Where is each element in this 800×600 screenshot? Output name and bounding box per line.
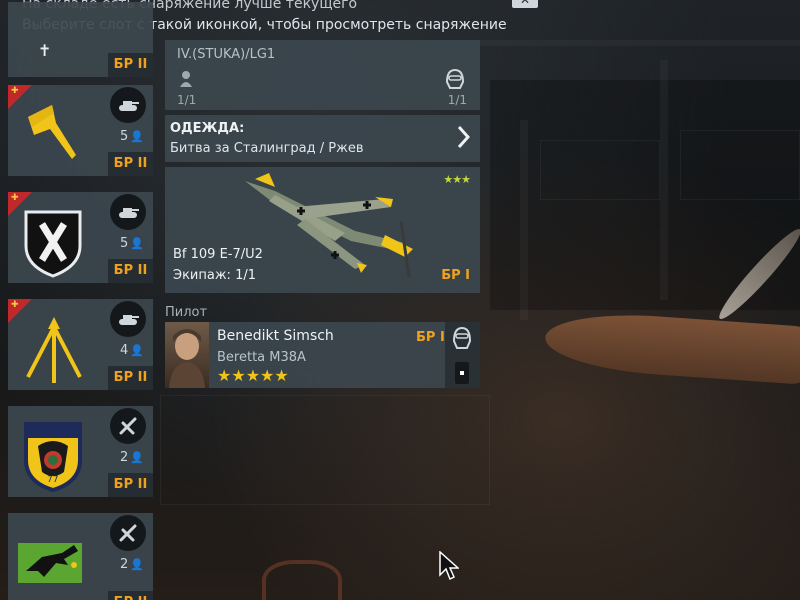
pilot-br-label: БР I bbox=[416, 330, 445, 345]
tank-icon bbox=[110, 87, 146, 123]
pilot-equipment-column bbox=[445, 322, 480, 388]
premium-cross-icon: ✚ bbox=[11, 193, 19, 203]
vehicle-panel[interactable]: ★★★ Bf 109 E-7/U2 Экипаж: 1/1 БР I bbox=[165, 167, 480, 293]
eagle-shield-emblem-icon: 77 bbox=[24, 422, 82, 492]
slot-br-label: БР II bbox=[108, 152, 153, 176]
person-icon bbox=[180, 71, 192, 87]
slot-br-label: БР II bbox=[108, 473, 153, 497]
slot-br-label: БР II bbox=[108, 53, 153, 77]
pilot-helmet-icon bbox=[445, 68, 465, 89]
unit-name: IV.(STUKA)/LG1 bbox=[177, 47, 276, 62]
vehicle-crew: Экипаж: 1/1 bbox=[173, 268, 256, 283]
premium-cross-icon: ✚ bbox=[11, 86, 19, 96]
arrows-emblem-icon bbox=[26, 317, 82, 383]
premium-cross-icon: ✚ bbox=[11, 300, 19, 310]
person-icon: 👤 bbox=[130, 451, 144, 464]
slot-br-label: БР II bbox=[108, 591, 153, 600]
close-hint-button[interactable]: ✕ bbox=[512, 0, 538, 8]
person-icon: 👤 bbox=[130, 130, 144, 143]
slot-crew-count: 2 👤 bbox=[120, 557, 144, 572]
pilot-helmet-icon bbox=[452, 326, 472, 349]
pilot-portrait bbox=[165, 322, 209, 388]
slot-crew-count: 5 👤 bbox=[120, 129, 144, 144]
pilot-card[interactable]: Benedikt Simsch Beretta M38A ★★★★★ БР I bbox=[165, 322, 480, 388]
pilot-count: 1/1 bbox=[447, 93, 467, 107]
slot-br-label: БР II bbox=[108, 259, 153, 283]
tank-icon bbox=[110, 301, 146, 337]
axe-emblem-icon bbox=[28, 105, 76, 159]
squad-slot[interactable]: ✚ 4 👤 БР II bbox=[8, 299, 153, 390]
pilot-section-label: Пилот bbox=[165, 305, 208, 320]
pilot-weapon: Beretta M38A bbox=[217, 350, 306, 365]
bf109-plane-image bbox=[245, 173, 413, 278]
x-shield-emblem-icon bbox=[24, 210, 82, 278]
person-icon: 👤 bbox=[130, 237, 144, 250]
plane-icon bbox=[110, 408, 146, 444]
vehicle-br-label: БР I bbox=[441, 268, 470, 283]
tank-icon bbox=[110, 194, 146, 230]
unit-panel[interactable]: IV.(STUKA)/LG1 1/1 1/1 bbox=[165, 40, 480, 110]
svg-text:77: 77 bbox=[47, 475, 58, 485]
slot-crew-count: 4 👤 bbox=[120, 343, 144, 358]
ammo-slot-icon[interactable] bbox=[455, 362, 469, 384]
slot-br-label: БР II bbox=[108, 366, 153, 390]
plane-icon bbox=[110, 515, 146, 551]
outfit-campaign: Битва за Сталинград / Ржев bbox=[170, 141, 364, 156]
vehicle-tier-stars: ★★★ bbox=[443, 173, 471, 186]
outfit-title: ОДЕЖДА: bbox=[170, 121, 245, 136]
slot-crew-count: 2 👤 bbox=[120, 450, 144, 465]
squad-slot[interactable]: ✚ 5 👤 БР II bbox=[8, 85, 153, 176]
vehicle-name: Bf 109 E-7/U2 bbox=[173, 247, 263, 262]
slot-crew-count: 5 👤 bbox=[120, 236, 144, 251]
squad-slot[interactable]: 77 2 👤 БР II bbox=[8, 406, 153, 497]
crew-count: 1/1 bbox=[177, 93, 197, 107]
person-icon: 👤 bbox=[130, 558, 144, 571]
outfit-panel[interactable]: ОДЕЖДА: Битва за Сталинград / Ржев bbox=[165, 115, 480, 162]
person-icon: 👤 bbox=[130, 344, 144, 357]
pilot-name: Benedikt Simsch bbox=[217, 328, 334, 344]
chevron-right-icon[interactable] bbox=[456, 125, 470, 149]
squad-slot[interactable]: 2👤 БР II bbox=[8, 513, 153, 600]
pilot-rank-stars: ★★★★★ bbox=[217, 366, 289, 385]
squad-slot[interactable]: ✝ БР II bbox=[8, 2, 153, 77]
plane-icon: ✝ bbox=[38, 41, 52, 60]
squad-slot[interactable]: ✚ 5 👤 БР II bbox=[8, 192, 153, 283]
bird-flag-emblem-icon bbox=[18, 543, 82, 583]
mouse-cursor-icon bbox=[439, 551, 459, 581]
